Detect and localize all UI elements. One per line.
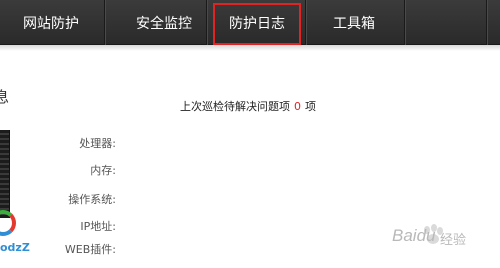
pending-issues-count[interactable]: 0 [294,100,301,113]
nav-divider [305,0,306,45]
highlight-annotation-box [213,3,301,45]
label-ip: IP地址: [80,220,116,233]
nav-tab-label: 网站防护 [23,15,79,32]
nav-tab-site-protection[interactable]: 网站防护 [12,0,90,45]
logo-text: odzZ [0,241,30,254]
section-title: 息 [0,88,10,106]
server-image [0,130,10,218]
pending-issues-text: 上次巡检待解决问题项 0 项 [180,98,316,114]
nav-tab-toolbox[interactable]: 工具箱 [315,0,393,45]
pending-issues-prefix: 上次巡检待解决问题项 [180,100,290,113]
nav-divider [104,0,105,45]
nav-tab-label: 工具箱 [333,15,375,32]
watermark-text: Baidu [392,226,436,245]
label-os: 操作系统: [68,193,116,206]
watermark-subtext: 经验 [440,233,467,248]
nav-divider [404,0,405,45]
label-web-plugin: WEB插件: [64,243,116,256]
label-cpu: 处理器: [79,137,116,150]
nav-divider [486,0,487,45]
nav-tab-security-monitor[interactable]: 安全监控 [115,0,213,45]
pending-issues-suffix: 项 [305,100,316,113]
label-memory: 内存: [90,164,116,177]
navbar-shadow [0,45,500,51]
refresh-logo-icon [0,210,16,236]
nav-tab-label: 安全监控 [136,15,192,32]
nav-divider [206,0,207,45]
